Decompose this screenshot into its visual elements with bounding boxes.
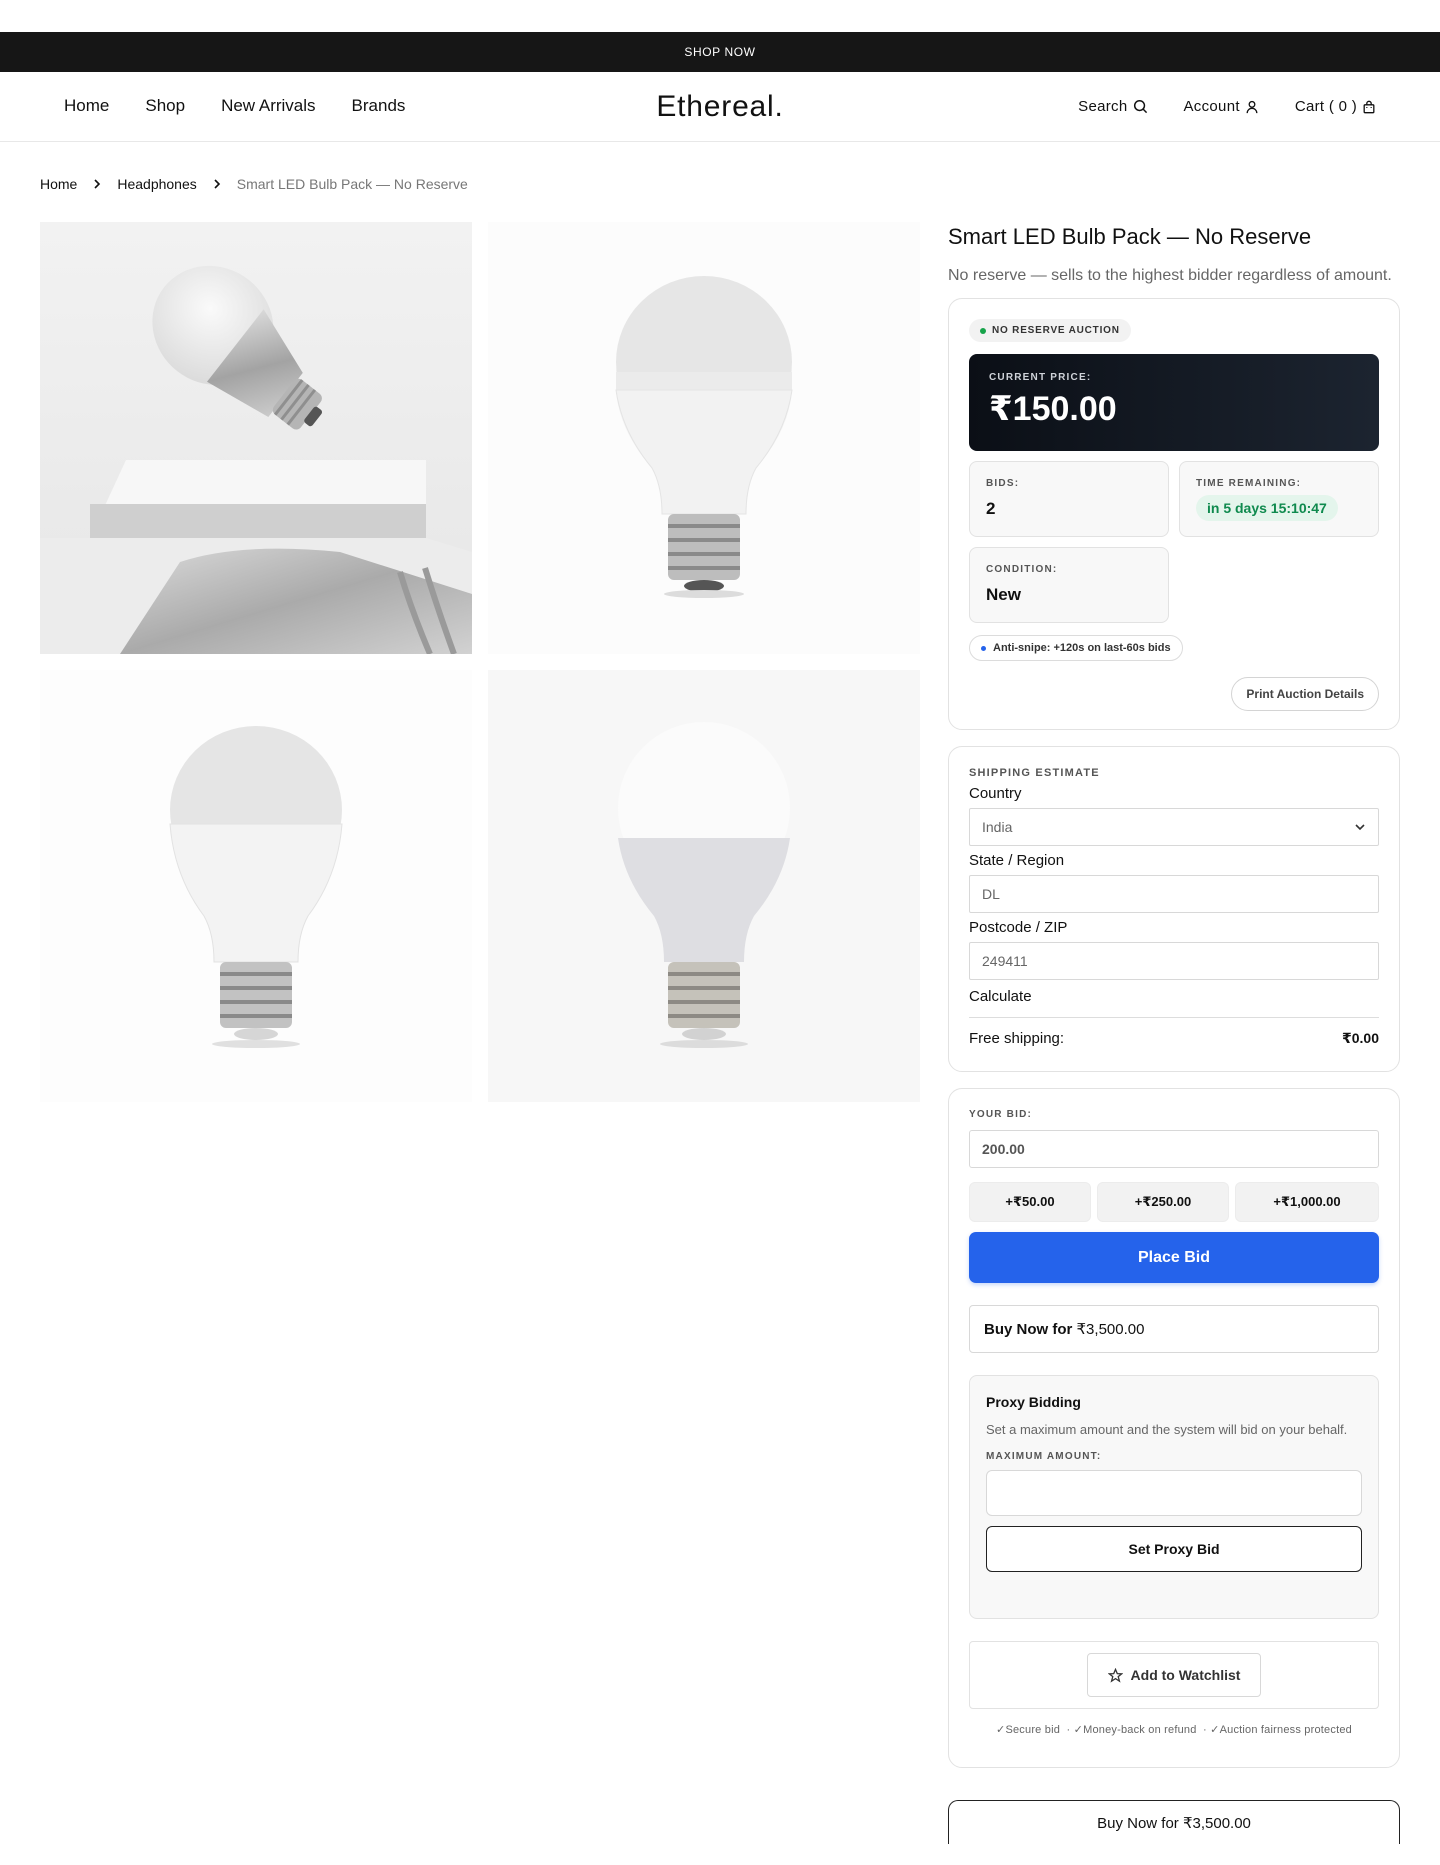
set-proxy-bid-button[interactable]: Set Proxy Bid <box>986 1526 1362 1572</box>
no-reserve-badge-label: NO RESERVE AUCTION <box>992 325 1120 336</box>
no-reserve-badge: NO RESERVE AUCTION <box>969 319 1131 342</box>
free-shipping-row: Free shipping: ₹0.00 <box>969 1030 1379 1047</box>
shipping-heading: SHIPPING ESTIMATE <box>969 767 1100 779</box>
cart-label: Cart ( 0 ) <box>1294 98 1357 115</box>
site-logo[interactable]: Ethereal. <box>656 90 783 123</box>
free-shipping-value: ₹0.00 <box>1342 1030 1379 1046</box>
bids-count: 2 <box>986 499 996 518</box>
cart-button[interactable]: Cart ( 0 ) <box>1295 98 1376 115</box>
free-shipping-label: Free shipping: <box>969 1030 1065 1047</box>
condition-stat: CONDITION: New <box>969 547 1169 623</box>
breadcrumb: Home Headphones Smart LED Bulb Pack — No… <box>40 176 468 192</box>
country-label: Country <box>969 785 1022 802</box>
trust-badges: ✓Secure bid · ✓Money-back on refund · ✓A… <box>996 1724 1352 1736</box>
watchlist-section: Add to Watchlist <box>969 1641 1379 1709</box>
condition-value: New <box>986 585 1021 604</box>
product-title: Smart LED Bulb Pack — No Reserve <box>948 224 1312 249</box>
nav-item-new-arrivals[interactable]: New Arrivals <box>221 96 315 116</box>
account-button[interactable]: Account <box>1184 98 1259 115</box>
proxy-description: Set a maximum amount and the system will… <box>986 1422 1348 1437</box>
state-input[interactable]: DL <box>969 875 1379 913</box>
header-actions: Search Account Cart ( 0 ) <box>1078 98 1376 115</box>
zip-label: Postcode / ZIP <box>969 919 1068 936</box>
country-value: India <box>982 819 1013 835</box>
bid-amount-value: 200.00 <box>982 1141 1025 1157</box>
account-label: Account <box>1183 98 1240 115</box>
breadcrumb-category[interactable]: Headphones <box>117 176 196 192</box>
proxy-bidding-panel: Proxy Bidding Set a maximum amount and t… <box>969 1375 1379 1619</box>
proxy-title: Proxy Bidding <box>986 1394 1081 1410</box>
add-to-watchlist-button[interactable]: Add to Watchlist <box>1086 1653 1262 1697</box>
time-remaining-value: in 5 days 15:10:47 <box>1196 495 1338 521</box>
state-label: State / Region <box>969 852 1065 869</box>
nav-item-home[interactable]: Home <box>64 96 109 116</box>
bid-amount-input[interactable]: 200.00 <box>969 1130 1379 1168</box>
watchlist-label: Add to Watchlist <box>1130 1667 1241 1683</box>
your-bid-label: YOUR BID: <box>969 1109 1033 1120</box>
search-button[interactable]: Search <box>1078 98 1147 115</box>
breadcrumb-home[interactable]: Home <box>40 176 77 192</box>
zip-input[interactable]: 249411 <box>969 942 1379 980</box>
increment-50-button[interactable]: +₹50.00 <box>969 1182 1091 1222</box>
place-bid-button[interactable]: Place Bid <box>969 1232 1379 1283</box>
zip-placeholder: 249411 <box>982 953 1028 969</box>
product-image-1[interactable] <box>40 222 472 654</box>
shop-now-link[interactable]: SHOP NOW <box>684 45 755 59</box>
maximum-amount-input[interactable] <box>986 1470 1362 1516</box>
buy-now-price: ₹3,500.00 <box>1076 1321 1145 1338</box>
anti-snipe-badge: Anti-snipe: +120s on last-60s bids <box>969 635 1183 661</box>
country-select[interactable]: India <box>969 808 1379 846</box>
nav-item-shop[interactable]: Shop <box>145 96 185 116</box>
bid-increments: +₹50.00 +₹250.00 +₹1,000.00 <box>969 1182 1379 1222</box>
breadcrumb-current: Smart LED Bulb Pack — No Reserve <box>236 176 468 192</box>
bids-label: BIDS: <box>986 478 1020 489</box>
auction-stats: BIDS: 2 TIME REMAINING: in 5 days 15:10:… <box>969 461 1379 623</box>
current-price-label: CURRENT PRICE: <box>989 372 1092 383</box>
product-gallery <box>40 222 920 1102</box>
chevron-right-icon <box>214 179 220 189</box>
time-remaining-stat: TIME REMAINING: in 5 days 15:10:47 <box>1179 461 1379 537</box>
chevron-down-icon <box>1355 824 1365 831</box>
current-price-box: CURRENT PRICE: ₹150.00 <box>969 354 1379 451</box>
search-label: Search <box>1078 98 1128 115</box>
increment-250-button[interactable]: +₹250.00 <box>1097 1182 1229 1222</box>
print-auction-details-button[interactable]: Print Auction Details <box>1231 677 1379 711</box>
calculate-button[interactable]: Calculate <box>969 988 1379 1005</box>
bids-stat: BIDS: 2 <box>969 461 1169 537</box>
state-placeholder: DL <box>982 886 1000 902</box>
buy-now-button[interactable]: Buy Now for ₹3,500.00 <box>969 1305 1379 1353</box>
star-icon <box>1107 1667 1123 1683</box>
user-icon <box>1246 100 1258 113</box>
announcement-bar[interactable]: SHOP NOW <box>0 32 1440 72</box>
increment-1000-button[interactable]: +₹1,000.00 <box>1235 1182 1379 1222</box>
main-nav: Home Shop New Arrivals Brands <box>64 96 405 116</box>
shopping-bag-icon <box>1363 100 1375 113</box>
divider <box>969 1017 1379 1018</box>
shipping-estimate-card: SHIPPING ESTIMATE Country India State / … <box>948 746 1400 1072</box>
site-header: Home Shop New Arrivals Brands Ethereal. … <box>0 72 1440 142</box>
product-subtitle: No reserve — sells to the highest bidder… <box>948 267 1392 284</box>
buy-now-label: Buy Now for <box>984 1320 1073 1338</box>
current-price: ₹150.00 <box>989 390 1117 428</box>
product-image-2[interactable] <box>488 222 920 654</box>
product-image-3[interactable] <box>40 670 472 1102</box>
chevron-right-icon <box>94 179 101 189</box>
maximum-amount-label: MAXIMUM AMOUNT: <box>986 1451 1102 1462</box>
auction-card: NO RESERVE AUCTION CURRENT PRICE: ₹150.0… <box>948 298 1400 730</box>
sticky-buy-now-button[interactable]: Buy Now for ₹3,500.00 <box>948 1800 1400 1844</box>
nav-item-brands[interactable]: Brands <box>352 96 406 116</box>
info-dot-icon <box>981 645 986 651</box>
condition-label: CONDITION: <box>986 564 1058 575</box>
time-remaining-label: TIME REMAINING: <box>1196 478 1302 489</box>
anti-snipe-label: Anti-snipe: +120s on last-60s bids <box>993 642 1171 654</box>
search-icon <box>1133 99 1147 114</box>
bid-card: YOUR BID: 200.00 +₹50.00 +₹250.00 +₹1,00… <box>948 1088 1400 1768</box>
product-image-4[interactable] <box>488 670 920 1102</box>
status-dot-icon <box>980 327 986 334</box>
product-details: Smart LED Bulb Pack — No Reserve No rese… <box>948 222 1400 1844</box>
